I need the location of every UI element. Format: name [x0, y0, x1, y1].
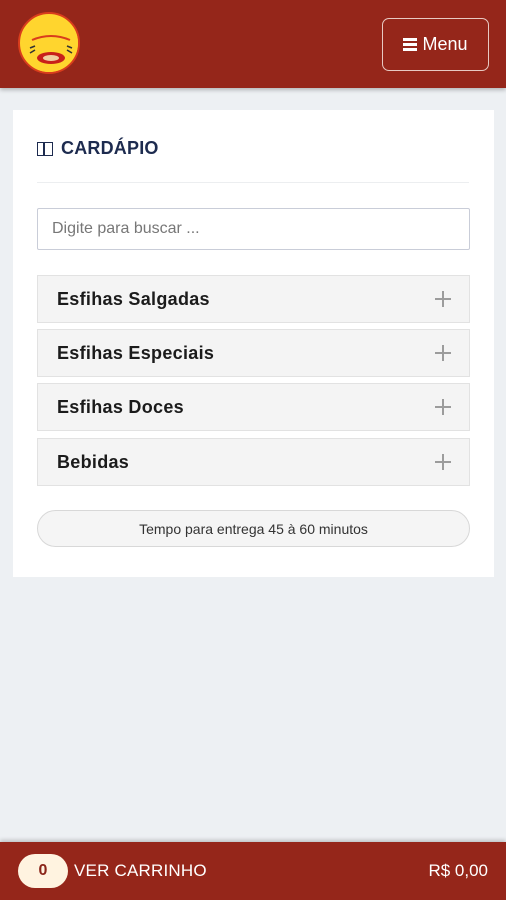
restaurant-logo[interactable] — [18, 12, 80, 74]
top-bar: Menu — [0, 0, 506, 88]
plus-icon — [435, 345, 451, 361]
menu-button[interactable]: Menu — [382, 18, 489, 71]
category-esfihas-doces[interactable]: Esfihas Doces — [37, 383, 470, 431]
category-bebidas[interactable]: Bebidas — [37, 438, 470, 486]
cart-total: R$ 0,00 — [428, 861, 488, 880]
view-cart-label: VER CARRINHO — [74, 861, 207, 880]
category-label: Esfihas Doces — [57, 396, 184, 417]
menu-title-text: CARDÁPIO — [61, 138, 159, 158]
menu-card: CARDÁPIO Esfihas Salgadas Esfihas Especi… — [13, 110, 494, 577]
plus-icon — [435, 399, 451, 415]
plus-icon — [435, 291, 451, 307]
category-label: Esfihas Salgadas — [57, 288, 210, 309]
cart-count-badge: 0 — [18, 854, 68, 888]
book-open-icon — [37, 141, 53, 156]
menu-button-label: Menu — [422, 34, 468, 54]
search-input[interactable] — [37, 208, 470, 250]
hamburger-icon — [403, 38, 418, 51]
logo-graphic — [21, 15, 78, 72]
category-label: Bebidas — [57, 451, 130, 472]
category-esfihas-salgadas[interactable]: Esfihas Salgadas — [37, 275, 470, 323]
delivery-time-badge: Tempo para entrega 45 à 60 minutos — [37, 510, 470, 547]
view-cart-bar[interactable]: 0 VER CARRINHO R$ 0,00 — [0, 842, 506, 900]
category-esfihas-especiais[interactable]: Esfihas Especiais — [37, 329, 470, 377]
divider — [37, 182, 469, 183]
menu-title: CARDÁPIO — [37, 138, 159, 159]
category-label: Esfihas Especiais — [57, 342, 215, 363]
plus-icon — [435, 454, 451, 470]
